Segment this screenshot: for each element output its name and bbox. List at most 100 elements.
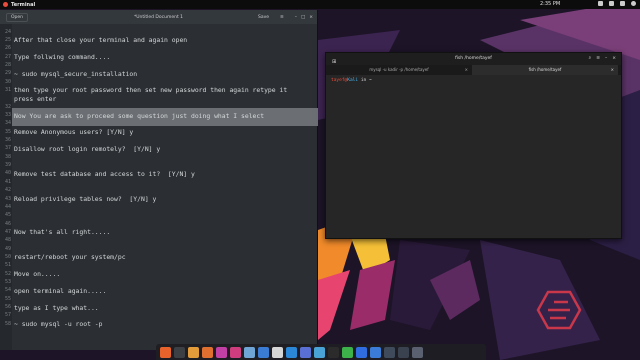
text-editor-header: Open *Untitled Document 1 Save ≡ – □ × (0, 10, 317, 24)
editor-line[interactable]: type as I type what... (14, 304, 99, 312)
line-number: 38 (4, 153, 11, 160)
editor-line[interactable]: ~ sudo mysql_secure_installation (14, 70, 137, 78)
terminal-window: ⊞ fish /home/tayef ⌕ ≡ – × mysql -u kadi… (325, 52, 622, 239)
line-number: 42 (4, 187, 11, 194)
line-number: 26 (4, 45, 11, 52)
save-button[interactable]: Save (258, 15, 269, 20)
terminal-icon[interactable] (174, 346, 185, 358)
close-icon[interactable]: × (612, 53, 616, 65)
line-number: 51 (4, 262, 11, 269)
active-app-name[interactable]: Terminal (11, 2, 35, 8)
line-number: 57 (4, 312, 11, 319)
vscode-icon[interactable] (286, 346, 297, 358)
line-number: 39 (4, 162, 11, 169)
editor-line[interactable]: Now that's all right..... (14, 228, 110, 236)
editor-line[interactable]: then type your root password then set ne… (14, 86, 287, 94)
tab-label: fish /home/tayef (528, 67, 562, 72)
editor-line[interactable]: open terminal again..... (14, 287, 106, 295)
line-number: 37 (4, 145, 11, 152)
network-icon[interactable] (598, 1, 603, 6)
hamburger-menu-icon[interactable]: ≡ (280, 15, 284, 20)
prompt-user: tayef (331, 78, 345, 83)
line-number: 30 (4, 78, 11, 85)
trash-icon[interactable] (412, 346, 423, 358)
terminal-tabs: mysql -u kadir -p /home/tayef × fish /ho… (326, 65, 621, 75)
battery-icon[interactable] (620, 1, 625, 6)
chrome-icon[interactable] (272, 346, 283, 358)
firefox-icon[interactable] (160, 346, 171, 358)
clock[interactable]: 2:35 PM (540, 1, 560, 7)
editor-line[interactable]: Now You are ask to proceed some question… (14, 112, 264, 120)
line-number: 47 (4, 228, 11, 235)
prompt-tail: in ~ (358, 78, 372, 83)
terminal-app-icon (3, 2, 8, 7)
tab-close-icon[interactable]: × (611, 65, 614, 75)
power-icon[interactable] (631, 1, 636, 6)
line-number: 28 (4, 61, 11, 68)
window-controls: – □ × (295, 15, 313, 20)
volume-icon[interactable] (609, 1, 614, 6)
line-number: 27 (4, 53, 11, 60)
music-icon[interactable] (356, 346, 367, 358)
search-icon[interactable]: ⌕ (589, 53, 592, 65)
monitor-icon[interactable] (328, 346, 339, 358)
line-number: 34 (4, 120, 11, 127)
line-number: 44 (4, 203, 11, 210)
editor-line[interactable]: After that close your terminal and again… (14, 36, 187, 44)
terminal-window-controls: ⌕ ≡ – × (589, 53, 616, 65)
minimize-icon[interactable]: – (605, 53, 607, 65)
line-number: 36 (4, 137, 11, 144)
menu-icon[interactable]: ≡ (596, 53, 600, 65)
document-title: *Untitled Document 1 (133, 14, 184, 20)
tab-close-icon[interactable]: × (465, 65, 468, 75)
phone-icon[interactable] (398, 346, 409, 358)
camera-icon[interactable] (342, 346, 353, 358)
line-number: 25 (4, 36, 11, 43)
store-icon[interactable] (230, 346, 241, 358)
line-number: 41 (4, 178, 11, 185)
line-number: 54 (4, 287, 11, 294)
line-number: 50 (4, 253, 11, 260)
editor-line[interactable]: Disallow root login remotely? [Y/N] y (14, 145, 160, 153)
line-number: 24 (4, 28, 11, 35)
text-editor-icon[interactable] (244, 346, 255, 358)
system-tray[interactable] (598, 1, 636, 6)
editor-line[interactable]: Move on..... (14, 270, 60, 278)
line-number: 33 (4, 112, 11, 118)
clock-icon[interactable] (370, 346, 381, 358)
line-number: 29 (4, 70, 11, 77)
settings-icon[interactable] (258, 346, 269, 358)
editor-line[interactable]: Type follwing command.... (14, 53, 110, 61)
line-number: 48 (4, 237, 11, 244)
editor-line[interactable]: ~ sudo mysql -u root -p (14, 320, 103, 328)
screenshot-icon[interactable] (314, 346, 325, 358)
line-number: 56 (4, 304, 11, 311)
prompt-host: Kali (347, 78, 359, 83)
minimize-icon[interactable]: – (295, 15, 297, 20)
editor-line[interactable]: Remove Anonymous users? [Y/N] y (14, 128, 133, 136)
tab-label: mysql -u kadir -p /home/tayef (369, 67, 429, 72)
line-number: 31 (4, 86, 11, 93)
editor-line[interactable]: Remove test database and access to it? [… (14, 170, 195, 178)
open-button[interactable]: Open (6, 12, 29, 22)
maximize-icon[interactable]: □ (301, 15, 305, 20)
terminal-tab-fish[interactable]: fish /home/tayef × (472, 65, 618, 75)
video-player-icon[interactable] (216, 346, 227, 358)
line-number: 52 (4, 270, 11, 277)
calculator-icon[interactable] (384, 346, 395, 358)
terminal-titlebar[interactable]: ⊞ fish /home/tayef ⌕ ≡ – × (326, 53, 621, 65)
editor-line[interactable]: restart/reboot your system/pc (14, 253, 126, 261)
line-number: 58 (4, 320, 11, 327)
line-number: 43 (4, 195, 11, 202)
terminal-tab-mysql[interactable]: mysql -u kadir -p /home/tayef × (326, 65, 472, 75)
terminal-output[interactable]: tayef@Kali in ~ (326, 75, 621, 86)
close-icon[interactable]: × (309, 15, 313, 20)
line-number: 35 (4, 128, 11, 135)
image-viewer-icon[interactable] (202, 346, 213, 358)
editor-line[interactable]: Reload privilege tables now? [Y/N] y (14, 195, 156, 203)
editor-line[interactable]: press enter (14, 95, 56, 103)
tweaks-icon[interactable] (300, 346, 311, 358)
files-icon[interactable] (188, 346, 199, 358)
desktop-logo-icon (536, 290, 582, 330)
line-number: 46 (4, 220, 11, 227)
